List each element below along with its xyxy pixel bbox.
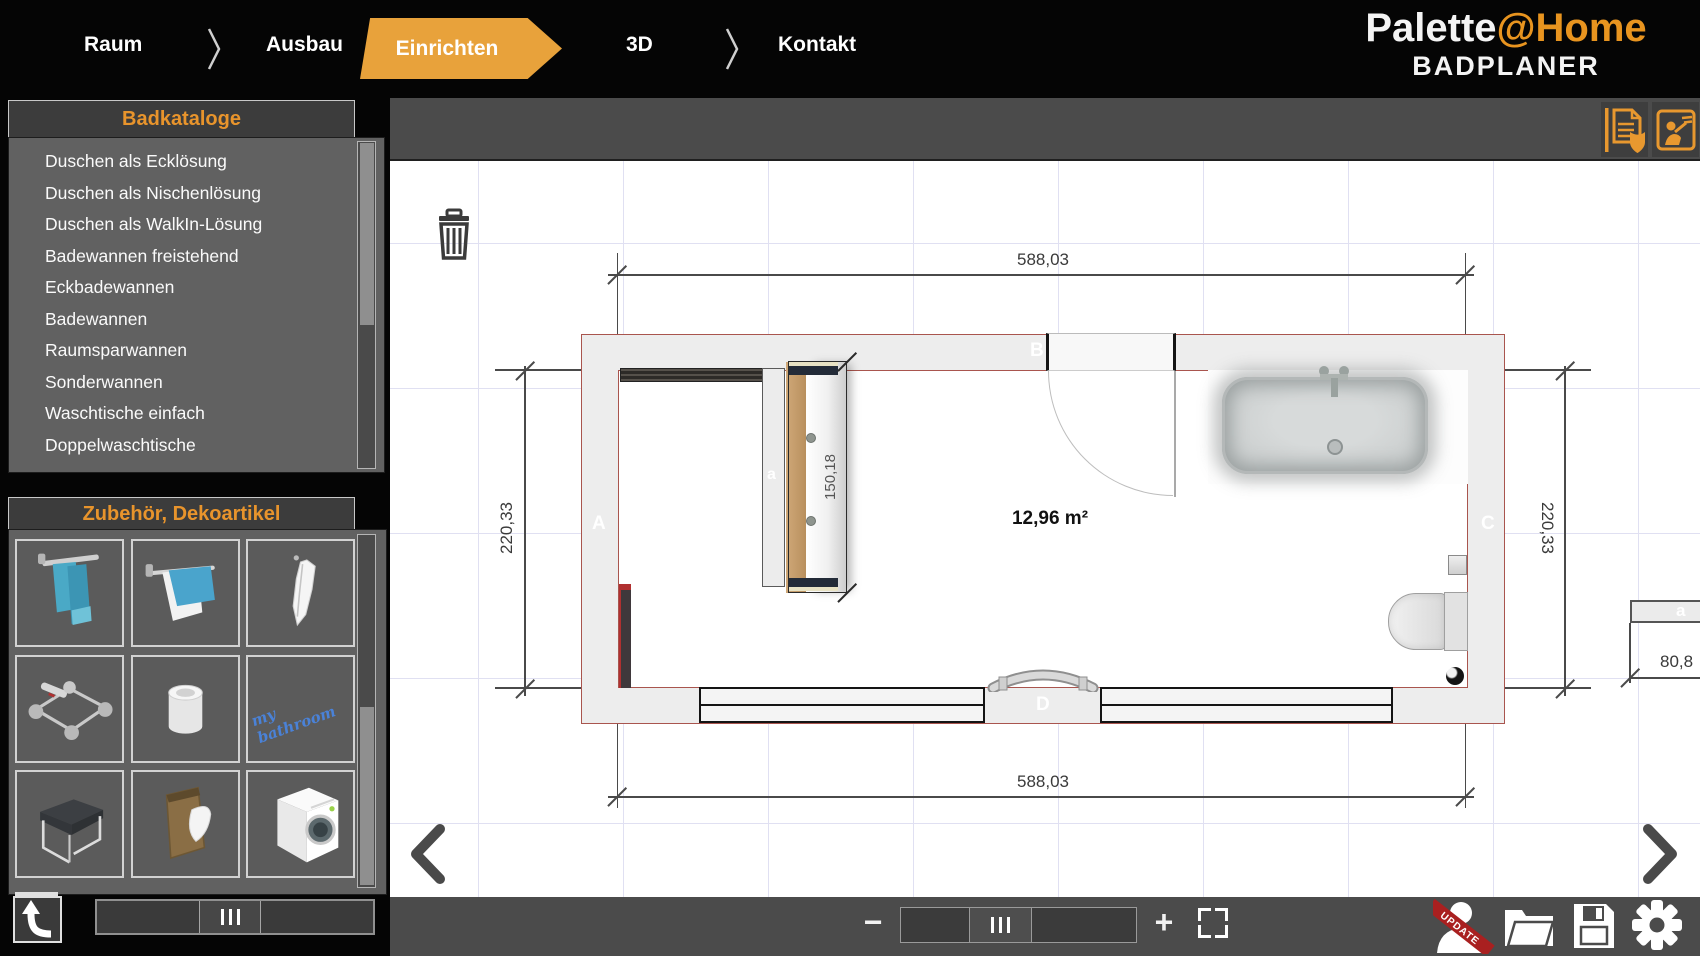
dim-line-bottom bbox=[608, 796, 1474, 798]
catalog-item[interactable]: Badewannen bbox=[9, 304, 384, 336]
privacy-document-button[interactable] bbox=[1601, 102, 1648, 157]
adjacent-wall-band[interactable] bbox=[1630, 600, 1700, 623]
chevron-separator-icon bbox=[724, 26, 742, 72]
nav-step-einrichten-active[interactable]: Einrichten bbox=[360, 18, 562, 79]
radiator[interactable] bbox=[620, 368, 763, 382]
bathtub-faucet-icon bbox=[1316, 365, 1356, 399]
towel-bar[interactable] bbox=[985, 662, 1101, 692]
zoom-slider[interactable] bbox=[900, 907, 1137, 943]
wall-letter-a-right-band: a bbox=[1676, 601, 1685, 621]
nav-step-einrichten-label: Einrichten bbox=[396, 37, 499, 61]
toilet-flush-box[interactable] bbox=[1448, 555, 1467, 575]
wall-letter-a-left: A bbox=[592, 513, 606, 535]
app-logo: Palette@Home BADPLANER bbox=[1352, 5, 1660, 81]
top-nav-bar: Raum Ausbau Einrichten 3D Kontakt Palett… bbox=[0, 0, 1700, 98]
dim-left-label: 220,33 bbox=[472, 493, 542, 563]
catalog-item[interactable]: Duschen als Ecklösung bbox=[9, 146, 384, 178]
tile-wall-lettering-deco[interactable]: my bathroom bbox=[246, 655, 355, 763]
deco-lettering-text: my bathroom bbox=[249, 679, 355, 747]
page-left-arrow[interactable] bbox=[406, 822, 450, 886]
tile-towel-rail-folded-towels[interactable] bbox=[131, 539, 240, 647]
wall-letter-b-top: B bbox=[1030, 340, 1044, 362]
tile-bathrobe-hook[interactable] bbox=[246, 539, 355, 647]
catalog-item[interactable]: Duschen als WalkIn-Lösung bbox=[9, 209, 384, 241]
dim-partial-right-label: 80,8 bbox=[1660, 652, 1700, 672]
zoom-slider-handle[interactable] bbox=[970, 908, 1032, 942]
wall-letter-a-partition: a bbox=[767, 466, 776, 484]
towel-radiator[interactable] bbox=[619, 584, 631, 688]
floor-drain bbox=[1446, 667, 1464, 685]
accessories-header: Zubehör, Dekoartikel bbox=[8, 497, 355, 531]
zoom-in-button[interactable]: + bbox=[1146, 903, 1182, 943]
open-folder-button[interactable] bbox=[1502, 902, 1556, 950]
catalog-scrollbar-thumb[interactable] bbox=[360, 143, 374, 325]
document-shield-icon bbox=[1604, 105, 1646, 155]
dim-right-label: 220,33 bbox=[1512, 493, 1582, 563]
catalog-list: Duschen als EcklösungDuschen als Nischen… bbox=[9, 146, 384, 461]
fullscreen-icon bbox=[1198, 908, 1211, 921]
zoom-out-button[interactable]: − bbox=[855, 903, 891, 943]
tile-towel-rail-hanging-towels[interactable] bbox=[15, 539, 124, 647]
dim-line-top bbox=[608, 274, 1474, 276]
tile-laundry-basket-towel[interactable] bbox=[131, 770, 240, 878]
door-leaf[interactable] bbox=[1174, 371, 1176, 497]
catalog-header: Badkataloge bbox=[8, 100, 355, 139]
canvas-top-strip bbox=[390, 98, 1700, 161]
nav-step-3d[interactable]: 3D bbox=[626, 33, 653, 57]
accessories-scrollbar-thumb[interactable] bbox=[360, 707, 374, 885]
tutorial-button[interactable] bbox=[1652, 102, 1699, 157]
nav-step-ausbau[interactable]: Ausbau bbox=[266, 33, 343, 57]
bathtub-drain bbox=[1327, 439, 1343, 455]
presenter-board-icon bbox=[1655, 105, 1697, 155]
catalog-item[interactable]: Waschtische einfach bbox=[9, 398, 384, 430]
sidebar-horizontal-slider[interactable] bbox=[95, 899, 375, 935]
dim-top-label: 588,03 bbox=[993, 250, 1093, 270]
bottom-wall-element-right[interactable] bbox=[1100, 687, 1393, 723]
dim-vanity-label: 150,18 bbox=[795, 442, 865, 512]
toilet-bowl[interactable] bbox=[1388, 593, 1446, 650]
settings-button[interactable] bbox=[1628, 896, 1686, 954]
back-up-button[interactable] bbox=[13, 896, 62, 943]
catalog-item[interactable]: Raumsparwannen bbox=[9, 335, 384, 367]
catalog-item[interactable]: Badewannen freistehend bbox=[9, 241, 384, 273]
catalog-item[interactable]: Duschen als Nischenlösung bbox=[9, 178, 384, 210]
catalog-item[interactable]: Doppelwaschtische bbox=[9, 430, 384, 462]
dim-bottom-label: 588,03 bbox=[993, 772, 1093, 792]
tile-floor-grab-rail[interactable] bbox=[15, 655, 124, 763]
door-opening[interactable] bbox=[1046, 333, 1176, 371]
chevron-separator-icon bbox=[206, 26, 224, 72]
up-arrow-icon bbox=[15, 898, 60, 941]
tile-washing-machine[interactable] bbox=[246, 770, 355, 878]
page-right-arrow[interactable] bbox=[1638, 822, 1682, 886]
tile-waste-bin[interactable] bbox=[131, 655, 240, 763]
wall-letter-c-right: C bbox=[1481, 513, 1495, 535]
logo-subtitle: BADPLANER bbox=[1352, 51, 1660, 81]
update-profile-button[interactable]: UPDATE bbox=[1433, 897, 1495, 954]
catalog-item[interactable]: Eckbadewannen bbox=[9, 272, 384, 304]
toilet-cistern[interactable] bbox=[1444, 592, 1468, 651]
wall-letter-d-bottom: D bbox=[1036, 694, 1050, 716]
catalog-list-panel: Duschen als EcklösungDuschen als Nischen… bbox=[8, 137, 385, 473]
sidebar-slider-handle[interactable] bbox=[200, 901, 261, 933]
fullscreen-button[interactable] bbox=[1198, 908, 1228, 938]
room-area-label: 12,96 m² bbox=[995, 508, 1105, 530]
trash-icon[interactable] bbox=[433, 208, 475, 262]
logo-palette: Palette bbox=[1365, 6, 1496, 50]
catalog-item[interactable]: Sonderwannen bbox=[9, 367, 384, 399]
tile-bath-stool[interactable] bbox=[15, 770, 124, 878]
nav-step-kontakt[interactable]: Kontakt bbox=[778, 33, 856, 57]
nav-step-raum[interactable]: Raum bbox=[84, 33, 142, 57]
bottom-wall-element-left[interactable] bbox=[699, 687, 985, 723]
logo-home: @Home bbox=[1497, 6, 1647, 50]
save-button[interactable] bbox=[1570, 900, 1618, 952]
